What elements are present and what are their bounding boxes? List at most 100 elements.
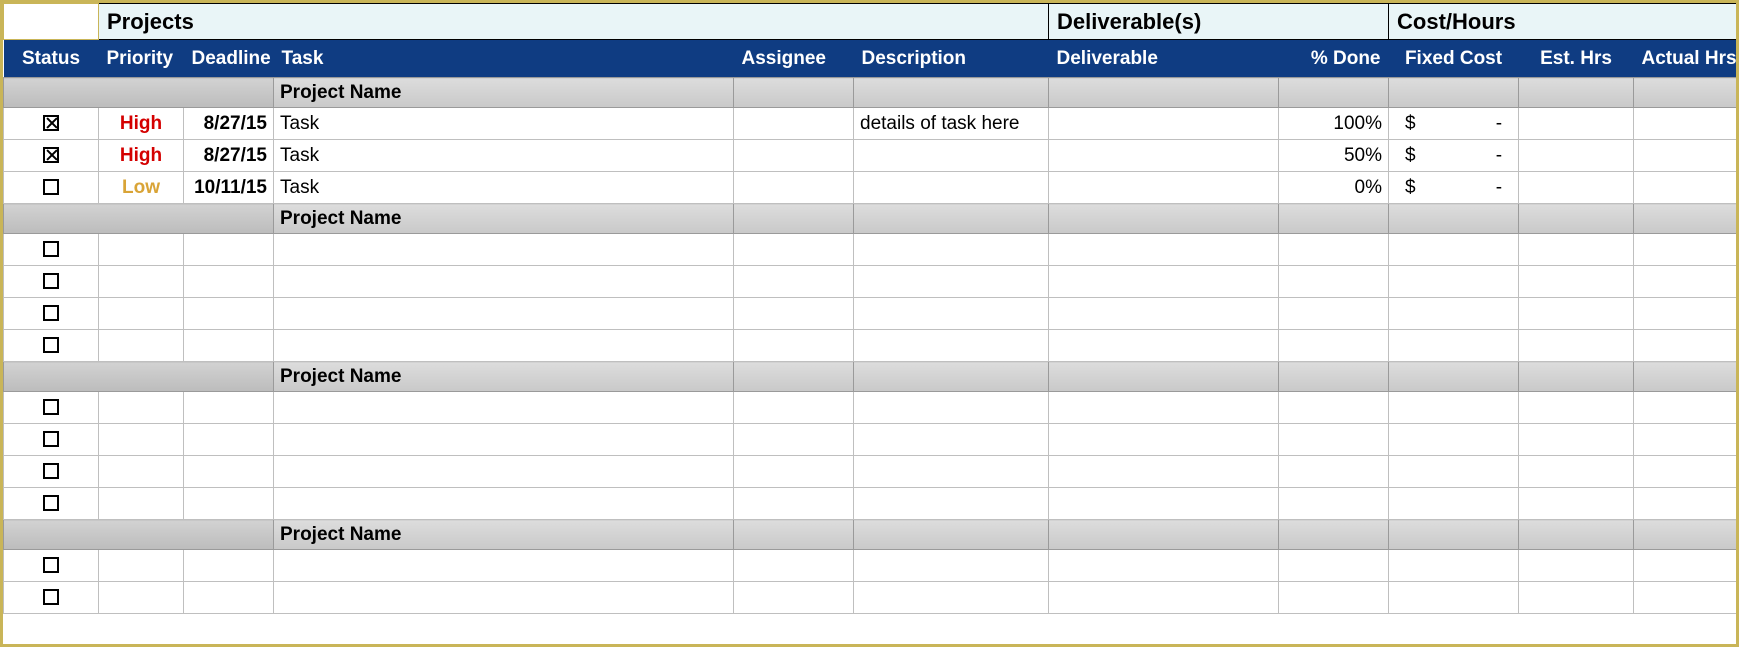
priority-cell[interactable] [99,488,184,520]
deliverable-cell[interactable] [1049,108,1279,140]
priority-cell[interactable] [99,424,184,456]
assignee-cell[interactable] [734,392,854,424]
task-cell[interactable] [274,298,734,330]
est-hrs-cell[interactable] [1519,140,1634,172]
actual-hrs-cell[interactable] [1634,298,1739,330]
pct-done-cell[interactable] [1279,298,1389,330]
deliverable-cell[interactable] [1049,234,1279,266]
deadline-cell[interactable] [184,488,274,520]
status-cell[interactable] [4,234,99,266]
description-cell[interactable] [854,392,1049,424]
deadline-cell[interactable] [184,330,274,362]
assignee-cell[interactable] [734,266,854,298]
deadline-cell[interactable] [184,392,274,424]
checkbox-empty-icon[interactable] [43,241,59,257]
deliverable-cell[interactable] [1049,140,1279,172]
assignee-cell[interactable] [734,234,854,266]
status-cell[interactable] [4,266,99,298]
task-cell[interactable] [274,550,734,582]
deliverable-cell[interactable] [1049,550,1279,582]
actual-hrs-cell[interactable] [1634,140,1739,172]
checkbox-empty-icon[interactable] [43,399,59,415]
description-cell[interactable]: details of task here [854,108,1049,140]
actual-hrs-cell[interactable] [1634,108,1739,140]
pct-done-cell[interactable] [1279,392,1389,424]
deadline-cell[interactable] [184,298,274,330]
description-cell[interactable] [854,140,1049,172]
est-hrs-cell[interactable] [1519,582,1634,614]
est-hrs-cell[interactable] [1519,488,1634,520]
actual-hrs-cell[interactable] [1634,456,1739,488]
fixed-cost-cell[interactable] [1389,266,1519,298]
priority-cell[interactable] [99,456,184,488]
assignee-cell[interactable] [734,550,854,582]
priority-cell[interactable] [99,234,184,266]
fixed-cost-cell[interactable] [1389,582,1519,614]
checkbox-checked-icon[interactable] [43,147,59,163]
status-cell[interactable] [4,424,99,456]
assignee-cell[interactable] [734,108,854,140]
deadline-cell[interactable] [184,234,274,266]
description-cell[interactable] [854,266,1049,298]
deadline-cell[interactable]: 8/27/15 [184,140,274,172]
assignee-cell[interactable] [734,172,854,204]
priority-cell[interactable] [99,392,184,424]
assignee-cell[interactable] [734,424,854,456]
actual-hrs-cell[interactable] [1634,550,1739,582]
fixed-cost-cell[interactable] [1389,550,1519,582]
assignee-cell[interactable] [734,456,854,488]
description-cell[interactable] [854,298,1049,330]
checkbox-empty-icon[interactable] [43,179,59,195]
est-hrs-cell[interactable] [1519,424,1634,456]
deadline-cell[interactable] [184,266,274,298]
fixed-cost-cell[interactable]: $- [1389,172,1519,204]
priority-cell[interactable] [99,298,184,330]
est-hrs-cell[interactable] [1519,330,1634,362]
deliverable-cell[interactable] [1049,298,1279,330]
pct-done-cell[interactable] [1279,266,1389,298]
est-hrs-cell[interactable] [1519,550,1634,582]
status-cell[interactable] [4,582,99,614]
status-cell[interactable] [4,140,99,172]
task-cell[interactable] [274,424,734,456]
fixed-cost-cell[interactable]: $- [1389,140,1519,172]
priority-cell[interactable] [99,582,184,614]
checkbox-empty-icon[interactable] [43,273,59,289]
pct-done-cell[interactable] [1279,456,1389,488]
priority-cell[interactable]: High [99,108,184,140]
deliverable-cell[interactable] [1049,582,1279,614]
checkbox-empty-icon[interactable] [43,589,59,605]
deadline-cell[interactable] [184,424,274,456]
deliverable-cell[interactable] [1049,266,1279,298]
task-cell[interactable] [274,330,734,362]
assignee-cell[interactable] [734,582,854,614]
pct-done-cell[interactable] [1279,234,1389,266]
deliverable-cell[interactable] [1049,456,1279,488]
status-cell[interactable] [4,330,99,362]
task-cell[interactable] [274,488,734,520]
checkbox-empty-icon[interactable] [43,431,59,447]
actual-hrs-cell[interactable] [1634,582,1739,614]
est-hrs-cell[interactable] [1519,392,1634,424]
status-cell[interactable] [4,298,99,330]
deliverable-cell[interactable] [1049,488,1279,520]
description-cell[interactable] [854,424,1049,456]
fixed-cost-cell[interactable] [1389,424,1519,456]
description-cell[interactable] [854,172,1049,204]
pct-done-cell[interactable]: 0% [1279,172,1389,204]
status-cell[interactable] [4,456,99,488]
priority-cell[interactable]: High [99,140,184,172]
est-hrs-cell[interactable] [1519,108,1634,140]
checkbox-empty-icon[interactable] [43,337,59,353]
est-hrs-cell[interactable] [1519,172,1634,204]
pct-done-cell[interactable] [1279,582,1389,614]
actual-hrs-cell[interactable] [1634,266,1739,298]
assignee-cell[interactable] [734,488,854,520]
status-cell[interactable] [4,172,99,204]
priority-cell[interactable] [99,550,184,582]
deadline-cell[interactable] [184,456,274,488]
fixed-cost-cell[interactable] [1389,234,1519,266]
assignee-cell[interactable] [734,140,854,172]
fixed-cost-cell[interactable]: $- [1389,108,1519,140]
est-hrs-cell[interactable] [1519,298,1634,330]
